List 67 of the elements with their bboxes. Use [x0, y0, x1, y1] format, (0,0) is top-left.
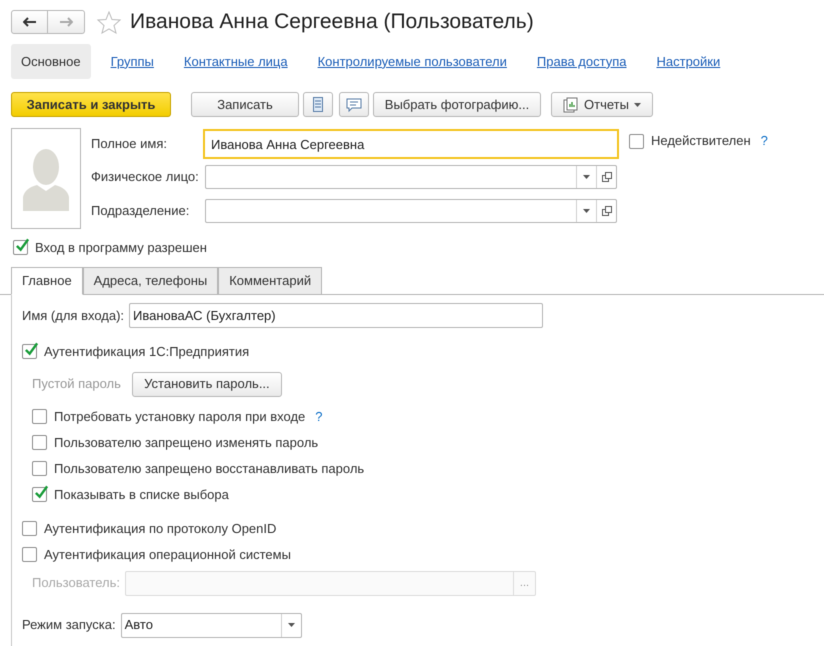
- section-link[interactable]: Настройки: [646, 44, 730, 79]
- window-title: Иванова Анна Сергеевна (Пользователь): [130, 9, 534, 36]
- toolbar-button[interactable]: Выбрать фотографию...: [373, 92, 541, 117]
- checkbox-label: Пользователю запрещено изменять пароль: [54, 434, 318, 452]
- help-link[interactable]: ?: [760, 131, 768, 151]
- full-name-field[interactable]: Иванова Анна Сергеевна: [203, 129, 619, 159]
- select-field[interactable]: [205, 199, 617, 223]
- checkbox[interactable]: [22, 547, 37, 562]
- checkbox-label: Вход в программу разрешен: [35, 239, 207, 257]
- field-label: Полное имя:: [91, 135, 168, 154]
- comment-button[interactable]: [339, 92, 369, 117]
- set-password-button[interactable]: Установить пароль...: [132, 372, 282, 396]
- dropdown-icon: [288, 623, 295, 627]
- field-label: Физическое лицо:: [91, 168, 200, 186]
- checkmark-icon: [34, 484, 49, 500]
- checkbox[interactable]: [32, 435, 47, 450]
- tab[interactable]: Адреса, телефоны: [82, 266, 218, 294]
- section-link[interactable]: Контактные лица: [174, 44, 298, 79]
- toolbar-button[interactable]: Записать: [191, 92, 299, 117]
- open-icon[interactable]: [602, 172, 612, 182]
- field-label: Имя (для входа):: [22, 306, 124, 325]
- checkbox-label: Недействителен: [651, 132, 751, 150]
- checkbox-label: Пользователю запрещено восстанавливать пароль: [54, 460, 364, 478]
- list-button[interactable]: [303, 92, 333, 117]
- photo-placeholder[interactable]: [11, 128, 81, 229]
- report-icon: [563, 96, 579, 112]
- checkbox[interactable]: [13, 240, 28, 256]
- checkbox[interactable]: [32, 487, 47, 502]
- tab[interactable]: Комментарий: [218, 266, 322, 294]
- checkmark-icon: [15, 237, 30, 254]
- select-field[interactable]: [205, 165, 617, 189]
- checkbox-label: Показывать в списке выбора: [54, 486, 229, 504]
- tab[interactable]: Главное: [11, 266, 83, 294]
- checkbox[interactable]: [629, 134, 644, 148]
- login-name-field[interactable]: ИвановаАС (Бухгалтер): [129, 303, 544, 328]
- checkbox-label: Потребовать установку пароля при входе: [54, 408, 306, 426]
- launch-mode-select[interactable]: Авто: [120, 612, 302, 638]
- field-label: Подразделение:: [91, 202, 190, 220]
- section-link[interactable]: Права доступа: [526, 44, 636, 79]
- checkbox-label: Аутентификация по протоколу OpenID: [44, 520, 276, 538]
- field-label: Режим запуска:: [22, 616, 116, 634]
- speech-bubble-icon: [346, 98, 362, 112]
- person-silhouette-icon: [23, 146, 69, 210]
- checkmark-icon: [24, 341, 39, 357]
- list-icon: [313, 97, 323, 112]
- checkbox[interactable]: [32, 461, 47, 476]
- checkbox-label: Аутентификация операционной системы: [44, 546, 291, 564]
- section-link[interactable]: Контролируемые пользователи: [308, 44, 517, 79]
- password-status: Пустой пароль: [32, 375, 121, 394]
- caret-icon: [634, 102, 641, 106]
- save-and-close-button[interactable]: Записать и закрыть: [11, 92, 171, 117]
- checkbox[interactable]: [32, 409, 47, 424]
- help-link[interactable]: ?: [315, 406, 323, 426]
- section-link[interactable]: Основное: [11, 44, 91, 79]
- dropdown-icon[interactable]: [583, 209, 590, 213]
- checkbox-label: Аутентификация 1С:Предприятия: [44, 342, 250, 361]
- open-icon[interactable]: [602, 206, 612, 216]
- dropdown-icon[interactable]: [583, 175, 590, 179]
- star-icon[interactable]: [97, 10, 121, 34]
- field-label: Пользователь:: [32, 574, 120, 592]
- back-arrow-icon: [22, 17, 36, 27]
- section-link[interactable]: Группы: [100, 44, 164, 79]
- checkbox[interactable]: [22, 344, 37, 359]
- checkbox[interactable]: [22, 521, 37, 536]
- reports-button[interactable]: Отчеты: [551, 92, 653, 117]
- forward-arrow-icon: [59, 17, 73, 27]
- back-button[interactable]: [11, 10, 48, 34]
